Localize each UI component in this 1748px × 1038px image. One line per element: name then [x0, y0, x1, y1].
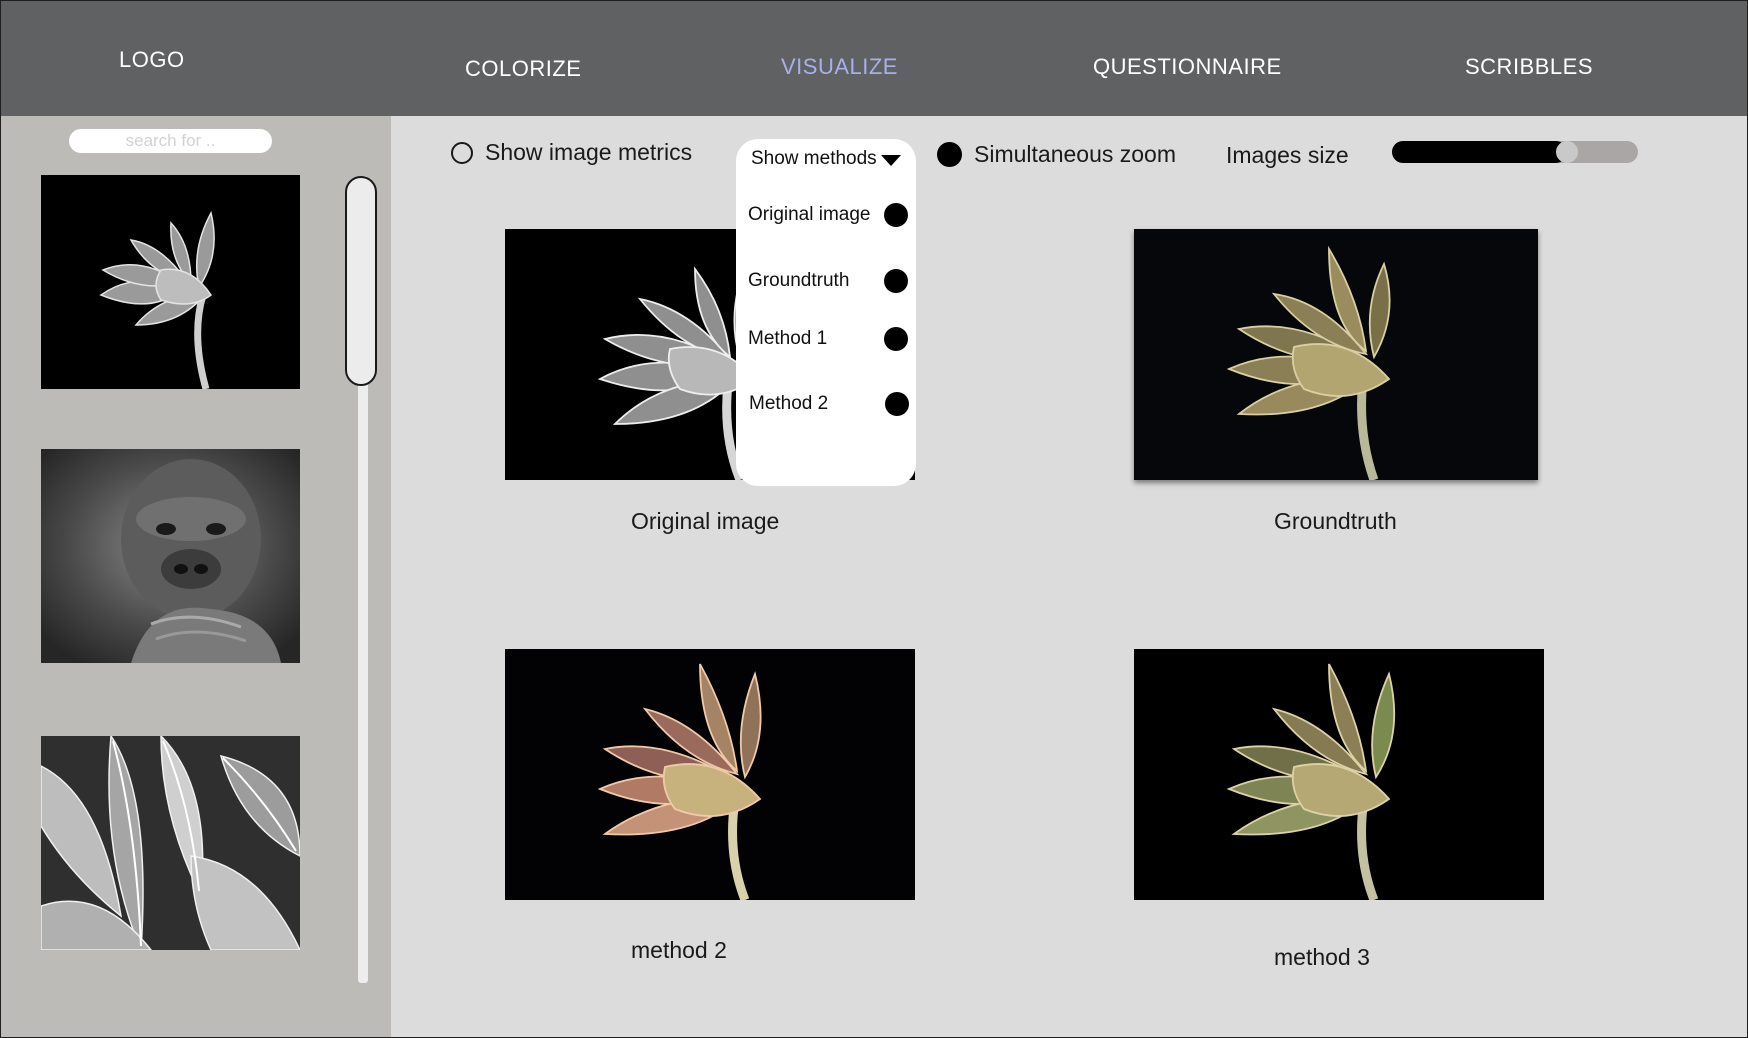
show-image-metrics-toggle[interactable]: Show image metrics — [451, 139, 692, 166]
method-option-method-2[interactable]: Method 2 — [749, 392, 909, 416]
method-option-original-image[interactable]: Original image — [748, 203, 908, 227]
images-size-slider-handle[interactable] — [1555, 141, 1578, 163]
show-methods-dropdown-header[interactable]: Show methods — [751, 148, 901, 170]
method-2-lotus-image — [505, 649, 915, 900]
method-option-radio[interactable] — [885, 392, 909, 416]
method-option-groundtruth[interactable]: Groundtruth — [748, 269, 908, 293]
image-method-3[interactable] — [1134, 649, 1544, 900]
method-option-label: Method 2 — [749, 393, 829, 414]
caption-original-image: Original image — [631, 508, 780, 534]
images-size-slider-fill — [1392, 141, 1567, 163]
leaves-thumbnail-image — [41, 736, 300, 950]
method-option-radio[interactable] — [884, 203, 908, 227]
app-window: LOGO COLORIZE VISUALIZE QUESTIONNAIRE SC… — [0, 0, 1748, 1038]
caption-groundtruth: Groundtruth — [1274, 508, 1397, 534]
caption-method-3: method 3 — [1274, 944, 1370, 970]
logo: LOGO — [119, 47, 185, 72]
simultaneous-zoom-label: Simultaneous zoom — [974, 141, 1176, 167]
thumbnail-gorilla[interactable] — [41, 449, 300, 663]
image-sidebar — [1, 116, 391, 1037]
lotus-thumbnail-image — [41, 175, 300, 389]
method-3-lotus-image — [1134, 649, 1544, 900]
method-option-label: Groundtruth — [748, 270, 850, 291]
thumbnail-leaves[interactable] — [41, 736, 300, 950]
nav-item-visualize[interactable]: VISUALIZE — [781, 54, 898, 80]
caret-down-icon — [880, 154, 901, 166]
caption-method-2: method 2 — [631, 937, 727, 963]
groundtruth-lotus-image — [1134, 229, 1538, 480]
nav-item-colorize[interactable]: COLORIZE — [465, 56, 581, 82]
simultaneous-zoom-radio[interactable] — [937, 142, 962, 167]
show-image-metrics-label: Show image metrics — [485, 139, 693, 165]
gorilla-thumbnail-image — [41, 449, 300, 663]
nav-item-scribbles[interactable]: SCRIBBLES — [1465, 54, 1593, 80]
method-option-method-1[interactable]: Method 1 — [748, 327, 908, 351]
image-method-2[interactable] — [505, 649, 915, 900]
top-navigation-bar: LOGO COLORIZE VISUALIZE QUESTIONNAIRE SC… — [1, 1, 1747, 116]
method-option-label: Method 1 — [748, 328, 828, 349]
image-groundtruth[interactable] — [1134, 229, 1538, 480]
method-option-radio[interactable] — [884, 327, 908, 351]
sidebar-scrollbar-thumb[interactable] — [345, 176, 377, 386]
show-methods-label: Show methods — [751, 148, 877, 169]
search-input[interactable] — [69, 129, 272, 153]
method-option-radio[interactable] — [884, 269, 908, 293]
show-methods-dropdown[interactable]: Show methods Original image Groundtruth … — [736, 139, 916, 486]
thumbnail-lotus[interactable] — [41, 175, 300, 389]
images-size-slider[interactable] — [1392, 141, 1638, 163]
images-size-label: Images size — [1226, 142, 1349, 168]
simultaneous-zoom-toggle[interactable]: Simultaneous zoom — [937, 141, 1176, 168]
show-image-metrics-radio[interactable] — [451, 141, 473, 164]
nav-item-questionnaire[interactable]: QUESTIONNAIRE — [1093, 54, 1282, 80]
method-option-label: Original image — [748, 204, 871, 225]
